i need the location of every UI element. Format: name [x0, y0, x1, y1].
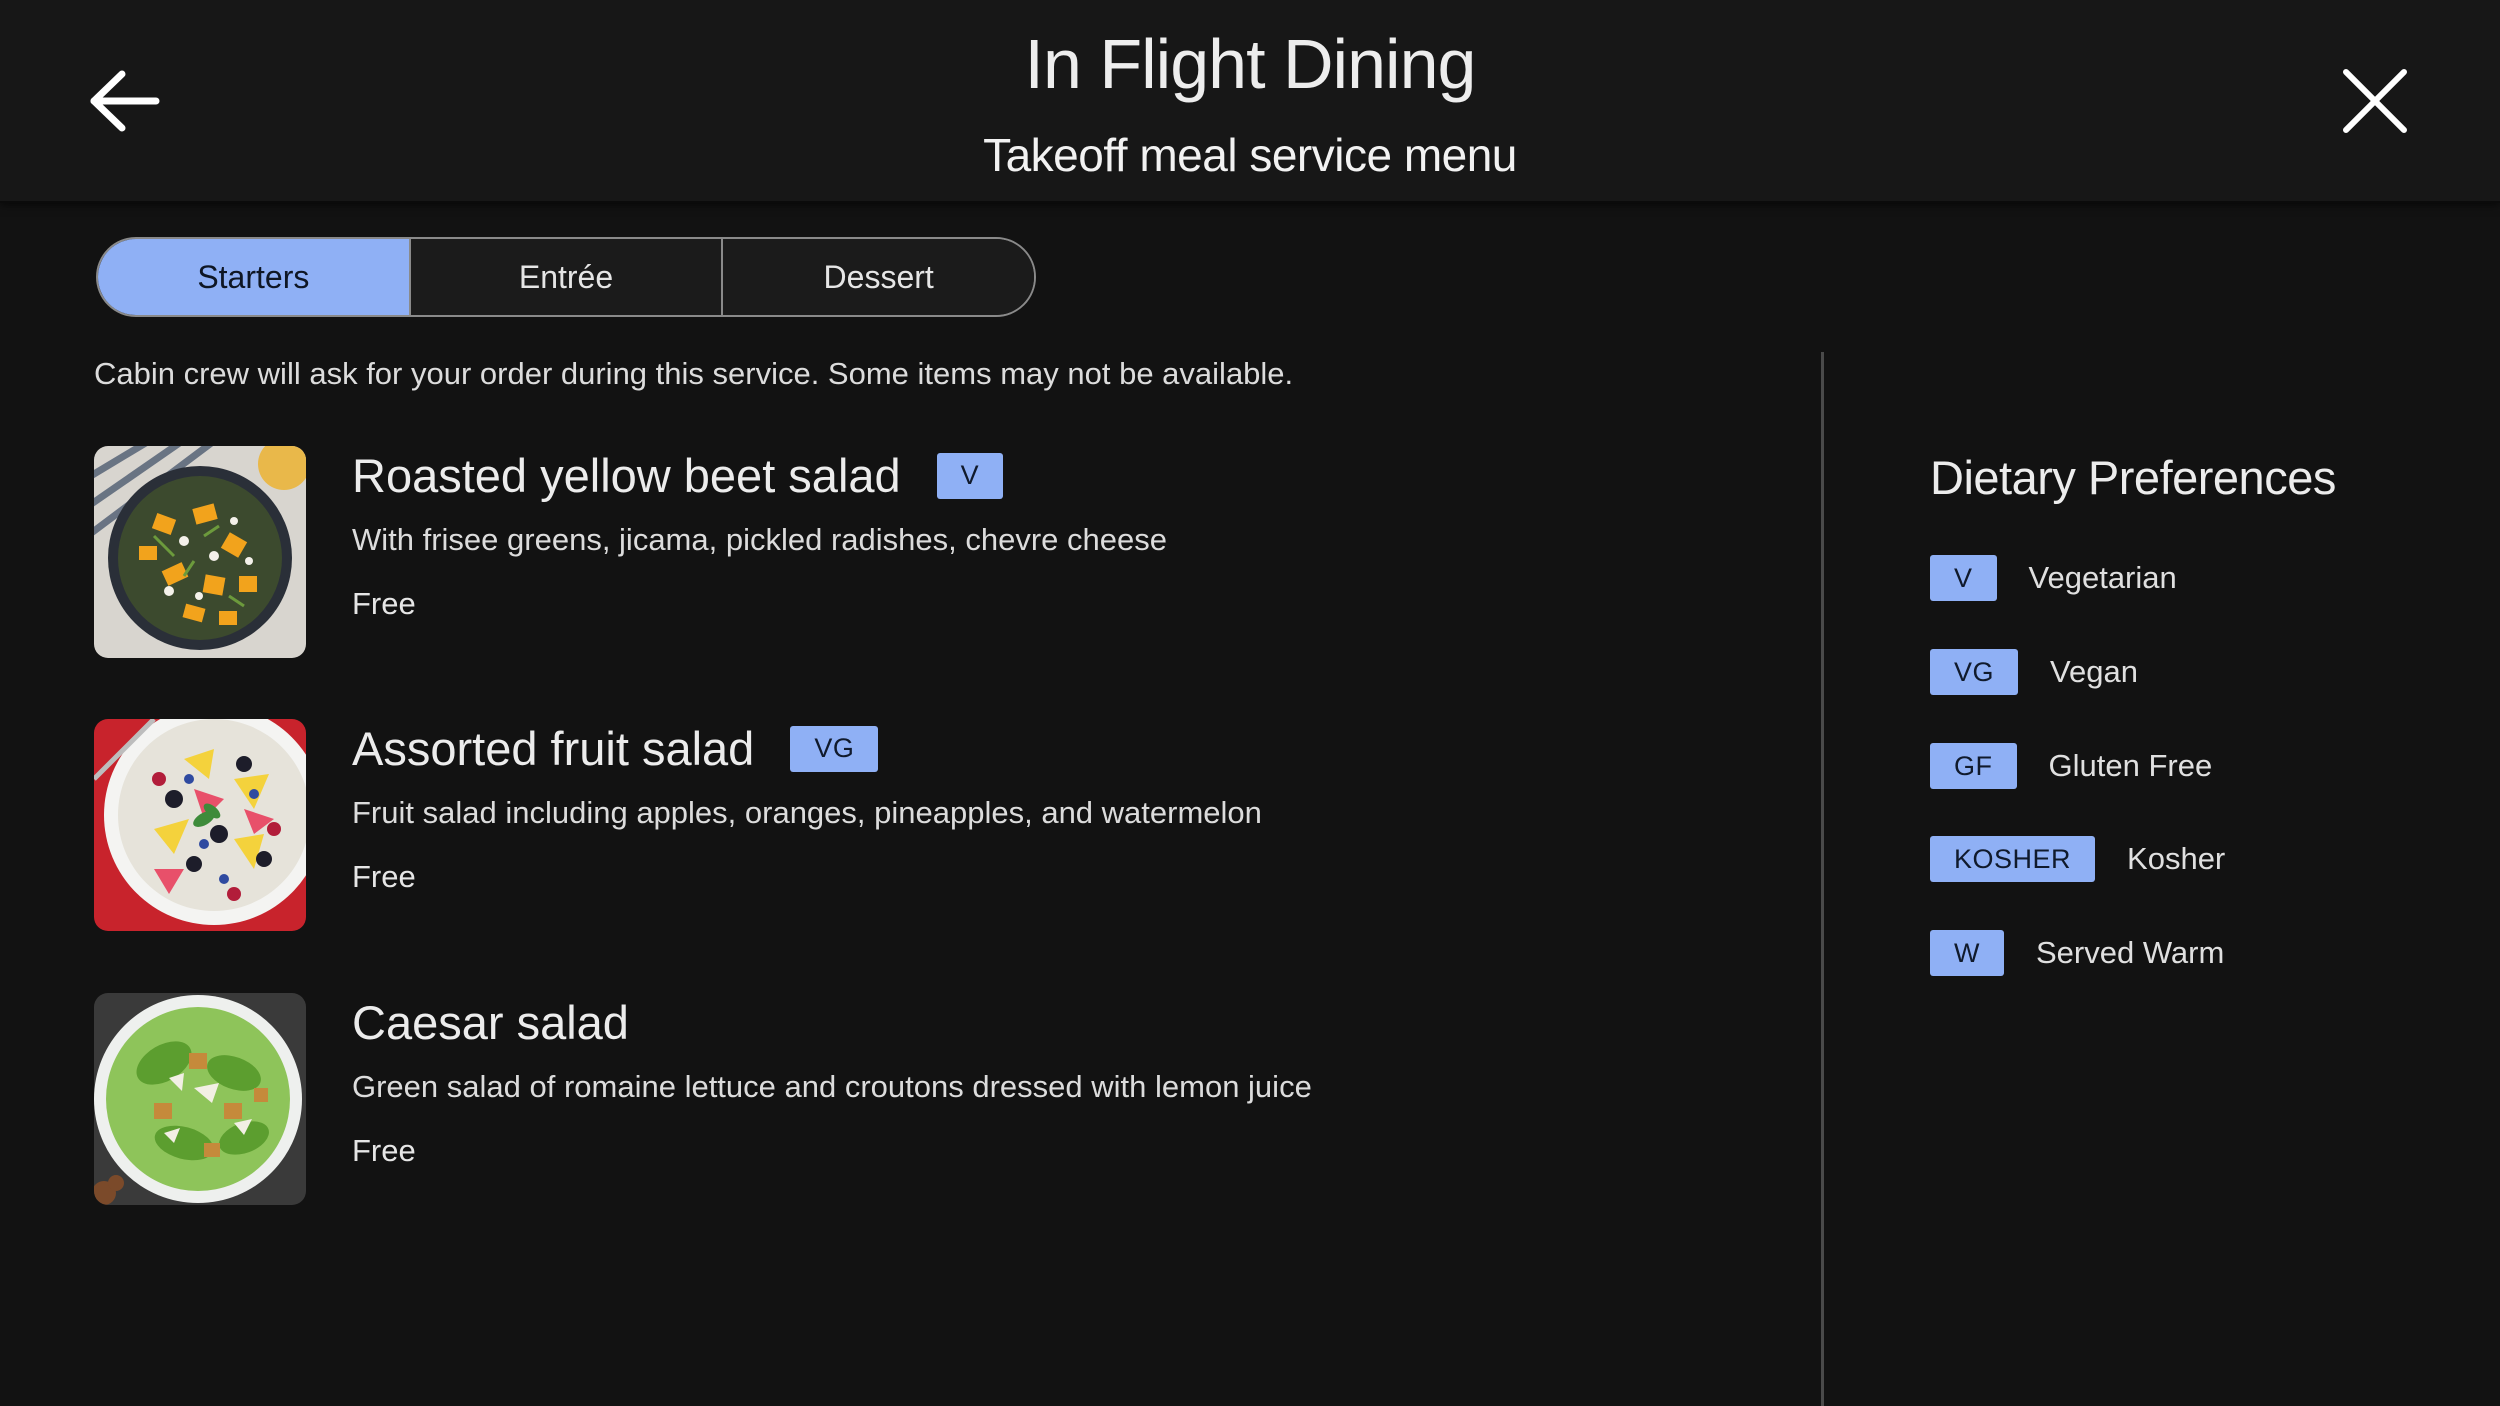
- fruit-salad-image: [94, 719, 306, 931]
- item-title: Caesar salad: [352, 995, 629, 1050]
- item-name: Caesar salad: [352, 996, 629, 1049]
- beet-salad-image: [94, 446, 306, 658]
- item-title: Assorted fruit salad VG: [352, 721, 879, 776]
- service-notice: Cabin crew will ask for your order durin…: [94, 356, 1294, 391]
- panel-divider: [1821, 352, 1824, 1406]
- app-header: In Flight Dining Takeoff meal service me…: [0, 0, 2500, 203]
- diet-label: Kosher: [2127, 841, 2226, 876]
- diet-label: Served Warm: [2035, 935, 2225, 970]
- diet-tag-badge: W: [1930, 930, 2004, 976]
- item-name: Roasted yellow beet salad: [352, 449, 901, 502]
- dietary-preferences-title: Dietary Preferences: [1930, 451, 2336, 504]
- menu-item[interactable]: Caesar salad Green salad of romaine lett…: [94, 993, 1694, 1205]
- item-description: With frisee greens, jicama, pickled radi…: [352, 522, 1167, 557]
- dietary-legend-item: V Vegetarian: [1930, 555, 2177, 601]
- item-price: Free: [352, 586, 416, 621]
- diet-label: Vegetarian: [2028, 560, 2177, 595]
- course-tabs: Starters Entrée Dessert: [96, 237, 1036, 317]
- item-description: Green salad of romaine lettuce and crout…: [352, 1069, 1312, 1104]
- item-price: Free: [352, 1133, 416, 1168]
- close-button[interactable]: [2330, 58, 2420, 148]
- item-title: Roasted yellow beet salad V: [352, 448, 1004, 503]
- page-subtitle: Takeoff meal service menu: [983, 129, 1517, 181]
- item-name: Assorted fruit salad: [352, 722, 755, 775]
- caesar-salad-image: [94, 993, 306, 1205]
- tab-entree[interactable]: Entrée: [410, 239, 724, 315]
- dietary-legend-item: GF Gluten Free: [1930, 743, 2212, 789]
- tab-starters[interactable]: Starters: [98, 239, 411, 315]
- menu-item[interactable]: Assorted fruit salad VG Fruit salad incl…: [94, 719, 1694, 931]
- menu-item[interactable]: Roasted yellow beet salad V With frisee …: [94, 446, 1694, 658]
- diet-label: Gluten Free: [2048, 748, 2213, 783]
- item-description: Fruit salad including apples, oranges, p…: [352, 795, 1262, 830]
- tab-dessert[interactable]: Dessert: [723, 239, 1034, 315]
- item-price: Free: [352, 859, 416, 894]
- diet-label: Vegan: [2050, 654, 2138, 689]
- diet-tag-badge: KOSHER: [1930, 836, 2096, 882]
- dietary-legend-item: VG Vegan: [1930, 649, 2138, 695]
- diet-tag-badge: VG: [790, 725, 879, 772]
- dietary-legend-item: KOSHER Kosher: [1930, 836, 2225, 882]
- close-icon: [2342, 68, 2408, 139]
- diet-tag-badge: V: [1930, 555, 1997, 601]
- diet-tag-badge: VG: [1930, 649, 2019, 695]
- diet-tag-badge: V: [936, 452, 1004, 499]
- dietary-legend-item: W Served Warm: [1930, 930, 2224, 976]
- diet-tag-badge: GF: [1930, 743, 2017, 789]
- page-title: In Flight Dining: [1024, 25, 1477, 103]
